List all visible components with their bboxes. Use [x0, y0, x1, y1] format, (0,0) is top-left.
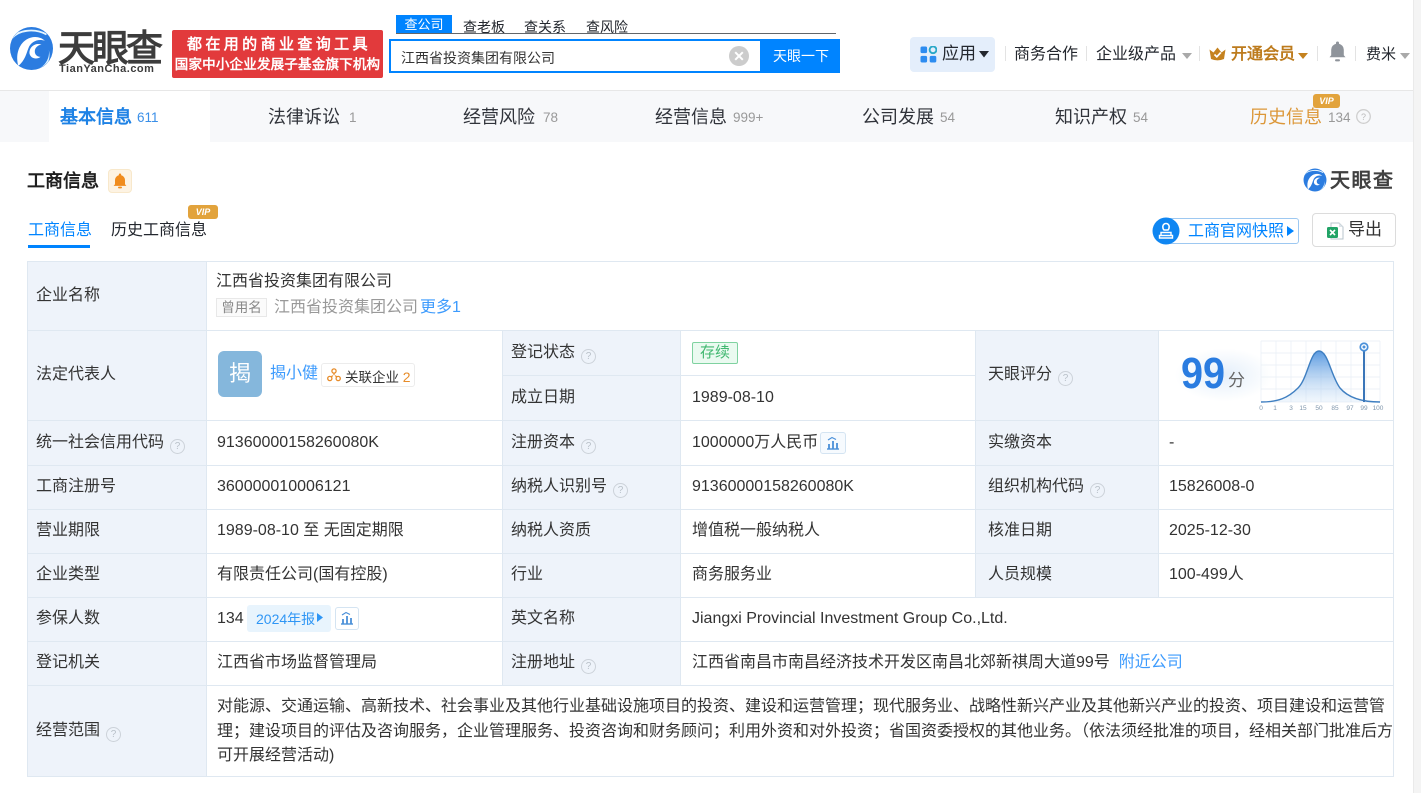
svg-text:50: 50	[1315, 405, 1323, 411]
svg-text:?: ?	[1361, 112, 1366, 122]
svg-text:97: 97	[1346, 405, 1354, 411]
svg-text:15: 15	[1299, 405, 1307, 411]
svg-text:100: 100	[1373, 405, 1384, 411]
svg-text:99: 99	[1360, 405, 1368, 411]
svg-text:3: 3	[1289, 405, 1293, 411]
svg-text:0: 0	[1259, 405, 1263, 411]
svg-text:1: 1	[1273, 405, 1277, 411]
svg-text:85: 85	[1331, 405, 1339, 411]
